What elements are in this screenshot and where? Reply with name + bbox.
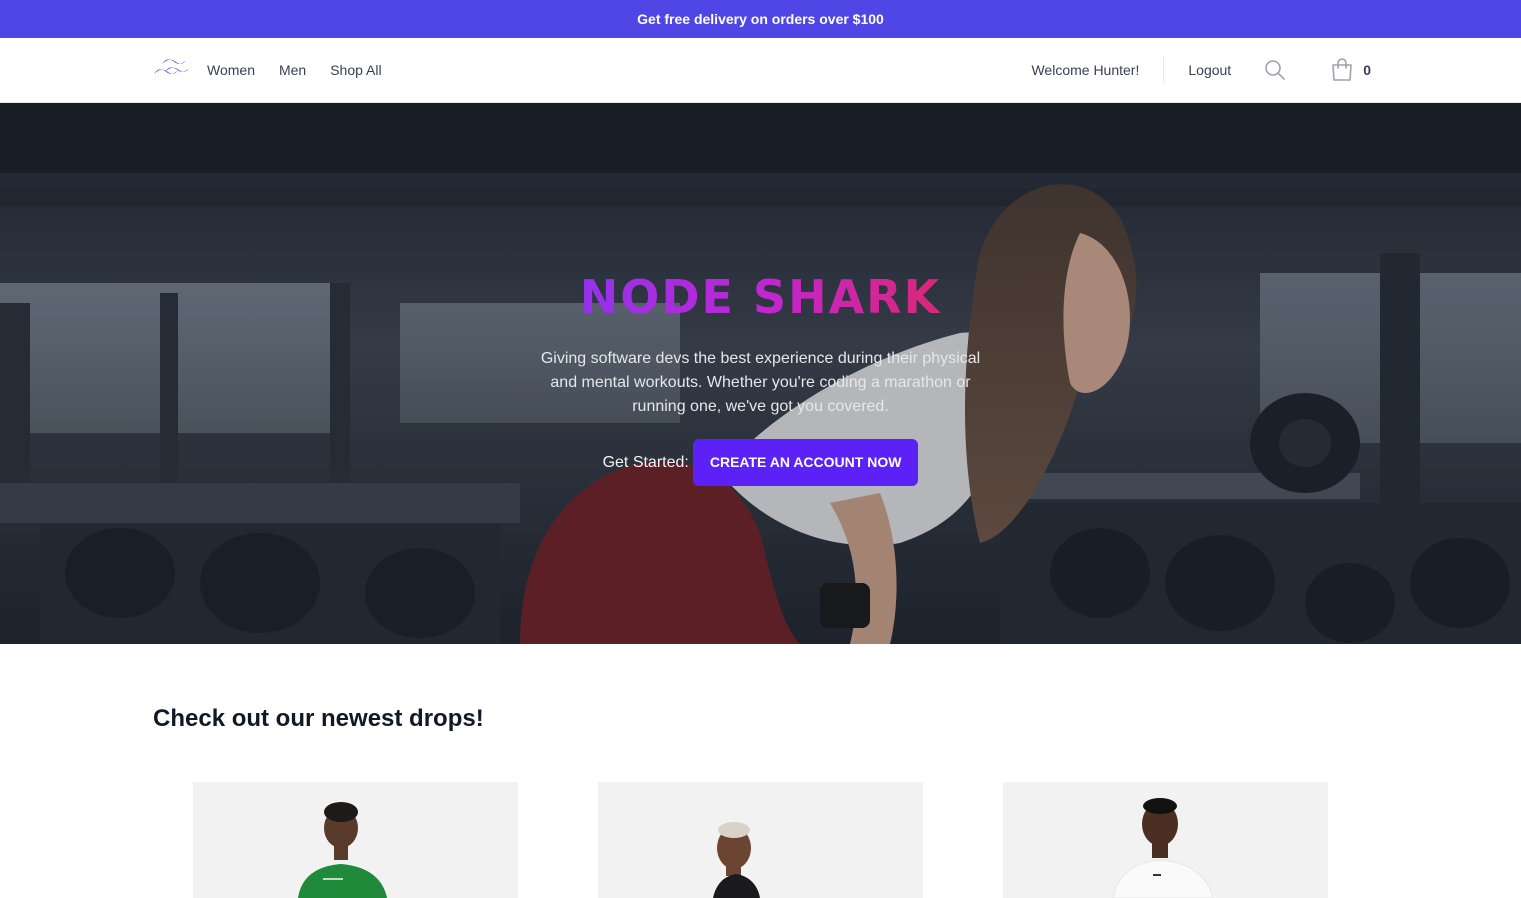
product-card-man-white-shirt[interactable] xyxy=(1003,782,1328,898)
cart-button[interactable]: 0 xyxy=(1331,58,1371,82)
product-image-woman-green-top xyxy=(193,782,518,898)
tailwind-wave-logo-icon[interactable] xyxy=(153,58,191,82)
nav-divider xyxy=(1163,57,1165,83)
shopping-bag-icon xyxy=(1332,58,1353,81)
hero-content: NODE SHARK Giving software devs the best… xyxy=(0,269,1521,486)
main-nav: Women Men Shop All xyxy=(207,38,382,102)
hero-subtitle: Giving software devs the best experience… xyxy=(540,350,981,415)
promo-banner: Get free delivery on orders over $100 xyxy=(0,0,1521,38)
product-image-man-black-shirt xyxy=(598,782,923,898)
create-account-button[interactable]: CREATE AN ACCOUNT NOW xyxy=(692,439,919,486)
search-icon[interactable] xyxy=(1263,58,1287,82)
account-nav: Welcome Hunter! Logout 0 xyxy=(1031,38,1371,102)
get-started-label: Get Started: xyxy=(602,453,689,471)
hero-title: NODE SHARK xyxy=(579,270,942,324)
nav-link-shop-all[interactable]: Shop All xyxy=(330,62,381,78)
nav-link-men[interactable]: Men xyxy=(279,62,306,78)
welcome-message: Welcome Hunter! xyxy=(1031,62,1140,78)
product-card-man-black-shirt[interactable] xyxy=(598,782,923,898)
nav-link-women[interactable]: Women xyxy=(207,62,255,78)
promo-text: Get free delivery on orders over $100 xyxy=(637,11,884,27)
hero-banner: NODE SHARK Giving software devs the best… xyxy=(0,103,1521,644)
product-card-woman-green-top[interactable] xyxy=(193,782,518,898)
logout-link[interactable]: Logout xyxy=(1188,62,1231,78)
cart-count: 0 xyxy=(1363,62,1371,78)
navbar: Women Men Shop All Welcome Hunter! Logou… xyxy=(0,38,1521,103)
product-image-man-white-shirt xyxy=(1003,782,1328,898)
hero-cta-row: Get Started: CREATE AN ACCOUNT NOW xyxy=(603,439,919,486)
newest-drops-heading: Check out our newest drops! xyxy=(153,705,484,732)
